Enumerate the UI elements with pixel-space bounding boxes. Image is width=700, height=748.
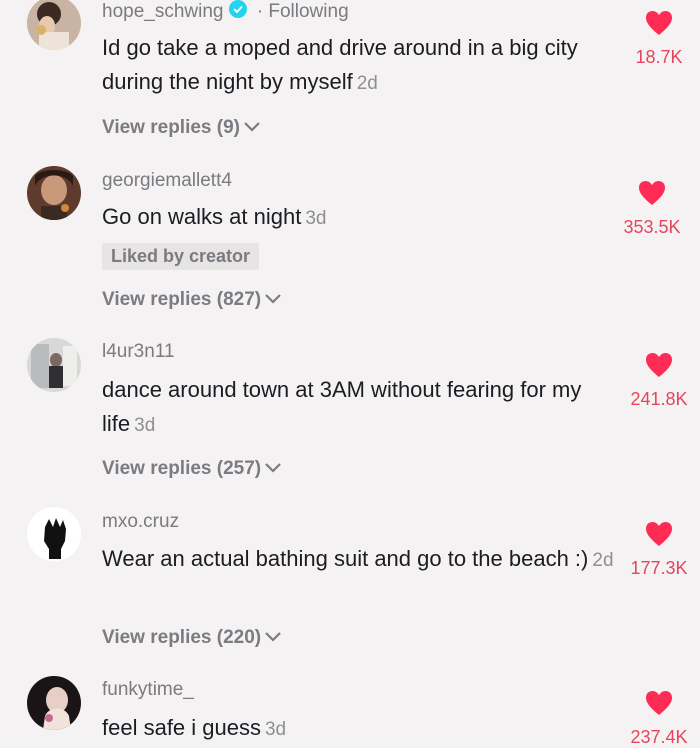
username[interactable]: mxo.cruz	[102, 511, 179, 533]
following-label: · Following	[256, 1, 349, 23]
heart-icon	[619, 10, 699, 41]
like-count: 237.4K	[630, 727, 688, 747]
comment-text: Wear an actual bathing suit and go to th…	[102, 546, 614, 571]
username[interactable]: georgiemallett4	[102, 170, 232, 192]
heart-icon	[619, 521, 699, 552]
chevron-down-icon	[264, 289, 282, 311]
username[interactable]: funkytime_	[102, 679, 194, 701]
comment-time: 3d	[305, 208, 327, 229]
like-count: 18.7K	[635, 47, 683, 67]
like-button[interactable]: 18.7K	[619, 10, 699, 68]
heart-icon	[619, 352, 699, 383]
avatar[interactable]	[27, 0, 81, 50]
chevron-down-icon	[264, 458, 282, 480]
comment-text: feel safe i guess 3d	[102, 715, 287, 740]
comment-text: Go on walks at night 3d	[102, 204, 327, 229]
comment-text: dance around town at 3AM without fearing…	[102, 377, 582, 436]
comment-time: 2d	[592, 550, 614, 571]
like-button[interactable]: 241.8K	[619, 352, 699, 410]
avatar[interactable]	[27, 676, 81, 730]
avatar[interactable]	[27, 507, 81, 561]
comment-time: 3d	[264, 719, 287, 740]
verified-badge-icon	[229, 0, 248, 24]
like-button[interactable]: 353.5K	[612, 180, 692, 238]
chevron-down-icon	[264, 627, 282, 649]
avatar[interactable]	[27, 338, 81, 392]
view-replies-button[interactable]: View replies (220)	[102, 627, 282, 649]
avatar[interactable]	[27, 166, 81, 220]
view-replies-button[interactable]: View replies (257)	[102, 458, 282, 480]
comment-time: 2d	[356, 73, 378, 94]
like-button[interactable]: 237.4K	[619, 690, 699, 748]
username[interactable]: l4ur3n11	[102, 341, 175, 363]
comment-time: 3d	[134, 415, 156, 436]
chevron-down-icon	[243, 117, 261, 139]
like-button[interactable]: 177.3K	[619, 521, 699, 579]
heart-icon	[612, 180, 692, 211]
comment-text: Id go take a moped and drive around in a…	[102, 35, 578, 94]
username[interactable]: hope_schwing · Following	[102, 0, 349, 24]
like-count: 353.5K	[623, 217, 681, 237]
view-replies-button[interactable]: View replies (827)	[102, 289, 282, 311]
like-count: 177.3K	[630, 558, 688, 578]
view-replies-button[interactable]: View replies (9)	[102, 117, 261, 139]
like-count: 241.8K	[630, 389, 688, 409]
heart-icon	[619, 690, 699, 721]
liked-by-creator-badge: Liked by creator	[102, 243, 260, 270]
